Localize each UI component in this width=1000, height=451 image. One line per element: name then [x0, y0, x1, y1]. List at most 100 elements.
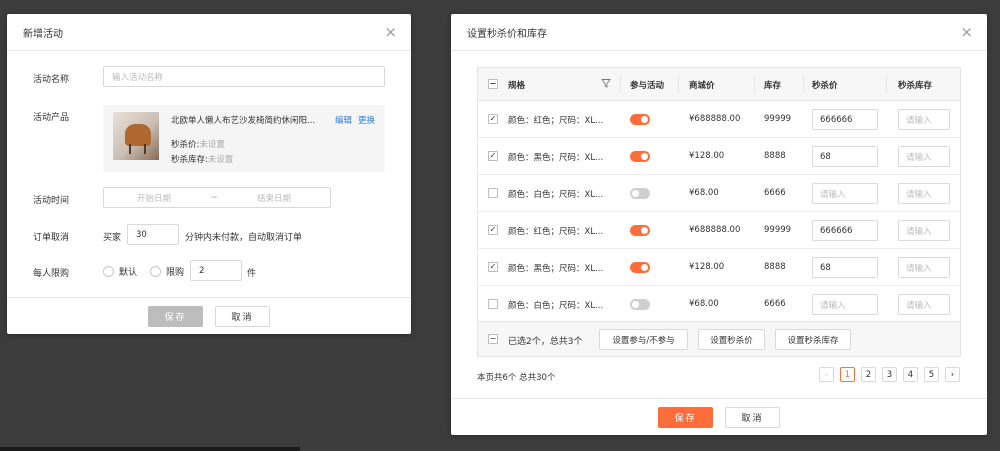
seckill-price-meta: 秒杀价:未设置 [171, 138, 225, 150]
table-header: − 规格 参与活动 商城价 库存 秒杀价 秒杀库存 [478, 68, 960, 101]
stock-cell: 8888 [764, 151, 786, 161]
row-checkbox[interactable]: ✓ [488, 114, 498, 124]
seckill-stock-label: 秒杀库存: [171, 155, 208, 165]
set-seckill-price-button[interactable]: 设置秒杀价 [698, 329, 765, 350]
page-1[interactable]: 1 [840, 367, 855, 382]
limit-quantity-input[interactable]: 2 [190, 260, 242, 281]
stock-cell: 99999 [764, 114, 792, 124]
dialog-footer: 保存 取消 [7, 297, 411, 334]
stock-cell: 6666 [764, 299, 786, 309]
table-row: ✓ 颜色：红色；尺码：XL... ¥688888.00 99999 666666 请输入 [478, 212, 960, 249]
stock-cell: 8888 [764, 262, 786, 272]
table-row: ✓ 颜色：红色；尺码：XL... ¥688888.00 99999 666666 请输入 [478, 101, 960, 138]
end-date-input[interactable]: 结束日期 [224, 192, 324, 204]
bulk-select-checkbox[interactable]: − [488, 334, 498, 344]
activity-name-label: 活动名称 [33, 75, 70, 85]
radio-circle[interactable] [103, 266, 114, 277]
radio-limit-label: 限购 [166, 268, 185, 278]
spec-cell: 颜色：白色；尺码：XL... [508, 301, 604, 311]
set-seckill-stock-button[interactable]: 设置秒杀库存 [775, 329, 851, 350]
table-row: ✓ 颜色：黑色；尺码：XL... ¥128.00 8888 68 请输入 [478, 249, 960, 286]
dialog-header: 新增活动 × [7, 14, 411, 51]
cancel-suffix-text: 分钟内未付款，自动取消订单 [185, 233, 303, 243]
activity-time-label: 活动时间 [33, 196, 70, 206]
seckill-settings-dialog: 设置秒杀价和库存 × − 规格 参与活动 商城价 库存 秒杀价 秒杀库存 ✓ 颜色… [451, 14, 987, 435]
join-toggle[interactable] [630, 151, 650, 162]
date-range-picker[interactable]: 开始日期 ~ 结束日期 [103, 187, 331, 208]
stock-cell: 99999 [764, 225, 792, 235]
mall-price-cell: ¥688888.00 [689, 114, 741, 124]
seckill-stock-input[interactable]: 请输入 [898, 294, 950, 315]
activity-name-input[interactable]: 输入活动名称 [103, 66, 385, 87]
row-checkbox[interactable]: ✓ [488, 225, 498, 235]
join-toggle[interactable] [630, 188, 650, 199]
cancel-button[interactable]: 取消 [725, 406, 780, 428]
radio-circle[interactable] [150, 266, 161, 277]
product-thumbnail [113, 112, 159, 160]
close-icon[interactable]: × [960, 24, 973, 40]
set-join-button[interactable]: 设置参与/不参与 [599, 329, 688, 350]
save-button[interactable]: 保存 [148, 305, 203, 327]
seckill-stock-input[interactable]: 请输入 [898, 183, 950, 204]
seckill-price-input[interactable]: 请输入 [812, 294, 878, 315]
join-toggle[interactable] [630, 114, 650, 125]
close-icon[interactable]: × [384, 24, 397, 40]
new-activity-dialog: 新增活动 × 活动名称 输入活动名称 活动产品 北欧单人懒人布艺沙发椅简约休闲阳… [7, 14, 411, 334]
seckill-price-input[interactable]: 666666 [812, 109, 878, 130]
edit-link[interactable]: 编辑 [335, 116, 352, 126]
table-row: ✓ 颜色：黑色；尺码：XL... ¥128.00 8888 68 请输入 [478, 138, 960, 175]
join-toggle[interactable] [630, 262, 650, 273]
dialog-title: 新增活动 [23, 28, 63, 40]
select-all-checkbox[interactable]: − [488, 79, 498, 89]
radio-default[interactable]: 默认 [103, 265, 137, 278]
limit-unit: 件 [247, 269, 257, 279]
seckill-price-input[interactable]: 请输入 [812, 183, 878, 204]
taskbar-strip [0, 447, 300, 451]
spec-cell: 颜色：黑色；尺码：XL... [508, 264, 604, 274]
cancel-minutes-input[interactable]: 30 [127, 224, 179, 245]
header-spec: 规格 [508, 81, 526, 91]
stock-cell: 6666 [764, 188, 786, 198]
page-4[interactable]: 4 [903, 367, 918, 382]
mall-price-cell: ¥128.00 [689, 262, 725, 272]
seckill-price-input[interactable]: 68 [812, 257, 878, 278]
save-button[interactable]: 保存 [658, 406, 713, 428]
start-date-input[interactable]: 开始日期 [104, 192, 204, 204]
seckill-stock-input[interactable]: 请输入 [898, 109, 950, 130]
row-checkbox[interactable]: ✓ [488, 151, 498, 161]
product-card: 北欧单人懒人布艺沙发椅简约休闲阳... 编辑 更换 秒杀价:未设置 秒杀库存:未设… [103, 105, 385, 172]
seckill-price-input[interactable]: 666666 [812, 220, 878, 241]
row-checkbox[interactable]: ✓ [488, 262, 498, 272]
radio-default-label: 默认 [119, 268, 138, 278]
filter-icon[interactable] [601, 78, 611, 88]
range-separator: ~ [210, 192, 218, 203]
limit-label: 每人限购 [33, 269, 70, 279]
join-toggle[interactable] [630, 299, 650, 310]
page-info: 本页共6个 总共30个 [477, 373, 556, 383]
seckill-stock-input[interactable]: 请输入 [898, 220, 950, 241]
seckill-stock-meta: 秒杀库存:未设置 [171, 153, 233, 165]
mall-price-cell: ¥128.00 [689, 151, 725, 161]
seckill-stock-input[interactable]: 请输入 [898, 146, 950, 167]
header-join: 参与活动 [630, 81, 665, 91]
seckill-stock-input[interactable]: 请输入 [898, 257, 950, 278]
replace-link[interactable]: 更换 [358, 116, 375, 126]
spec-cell: 颜色：红色；尺码：XL... [508, 227, 604, 237]
table-footer: − 已选2个，总共3个 设置参与/不参与 设置秒杀价 设置秒杀库存 [478, 321, 960, 356]
row-checkbox[interactable] [488, 188, 498, 198]
buyer-text: 买家 [103, 233, 122, 243]
join-toggle[interactable] [630, 225, 650, 236]
page-3[interactable]: 3 [882, 367, 897, 382]
page-5[interactable]: 5 [924, 367, 939, 382]
radio-limit[interactable]: 限购 [150, 265, 184, 278]
page-2[interactable]: 2 [861, 367, 876, 382]
seckill-price-label: 秒杀价: [171, 140, 200, 150]
row-checkbox[interactable] [488, 299, 498, 309]
seckill-price-input[interactable]: 68 [812, 146, 878, 167]
cancel-button[interactable]: 取消 [215, 305, 270, 327]
prev-page-button[interactable]: ‹ [819, 367, 834, 382]
next-page-button[interactable]: › [945, 367, 960, 382]
table-row: 颜色：白色；尺码：XL... ¥68.00 6666 请输入 请输入 [478, 175, 960, 212]
mall-price-cell: ¥688888.00 [689, 225, 741, 235]
selected-count: 已选2个，总共3个 [508, 337, 583, 347]
